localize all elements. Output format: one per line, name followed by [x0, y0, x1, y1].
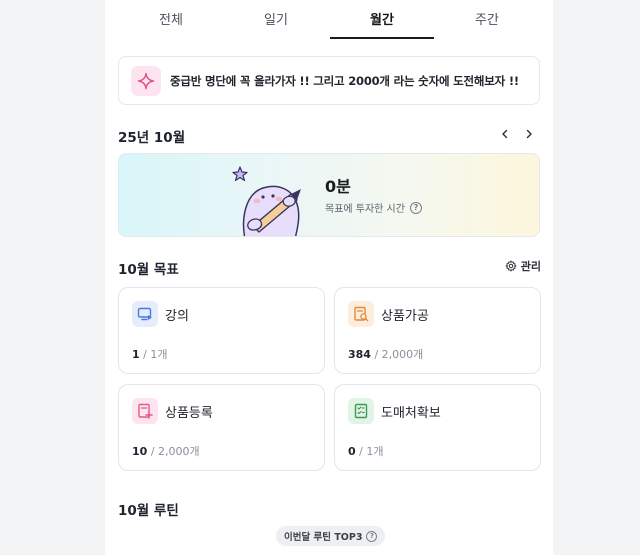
goal-current: 10	[132, 445, 148, 458]
add-doc-icon	[132, 398, 158, 424]
tab-diary[interactable]: 일기	[224, 0, 328, 40]
sparkle-icon	[131, 65, 161, 96]
goal-progress: 10 / 2,000개	[132, 443, 200, 459]
goal-card-lecture[interactable]: 강의 1 / 1개	[118, 287, 325, 374]
goal-progress: 0 / 1개	[348, 443, 383, 459]
goal-target: / 1개	[359, 445, 384, 458]
monitor-play-icon	[132, 301, 158, 327]
goal-name: 도매처확보	[381, 406, 441, 421]
tab-all[interactable]: 전체	[119, 0, 223, 40]
chevron-left-icon[interactable]	[496, 125, 514, 143]
chevron-right-icon[interactable]	[520, 125, 538, 143]
goal-name: 상품등록	[165, 406, 213, 421]
total-time-caption: 목표에 투자한 시간 ?	[325, 200, 422, 215]
manage-label: 관리	[520, 260, 541, 273]
goal-card-processing[interactable]: 상품가공 384 / 2,000개	[334, 287, 541, 374]
gear-icon	[505, 260, 517, 272]
tab-monthly[interactable]: 월간	[330, 0, 434, 40]
monthly-panel: 전체 일기 월간 주간 중급반 명단에 꼭 올라가자 !! 그리고 2000개 …	[105, 0, 553, 555]
top-routine-label: 이번달 루틴 TOP3	[284, 532, 363, 543]
goal-progress: 1 / 1개	[132, 346, 167, 362]
tab-weekly[interactable]: 주간	[435, 0, 539, 40]
total-time-label: 목표에 투자한 시간	[325, 204, 405, 215]
goal-current: 0	[348, 445, 356, 458]
total-time-value: 0분	[325, 177, 351, 196]
goal-name: 강의	[165, 309, 189, 324]
goal-target: / 2,000개	[374, 348, 424, 361]
goal-current: 1	[132, 348, 140, 361]
top-routine-pill[interactable]: 이번달 루틴 TOP3 ?	[276, 526, 386, 546]
time-summary-card: 0분 목표에 투자한 시간 ?	[118, 153, 540, 237]
routine-title: 10월 루틴	[118, 503, 179, 519]
goal-banner: 중급반 명단에 꼭 올라가자 !! 그리고 2000개 라는 숫자에 도전해보자…	[118, 56, 540, 105]
goal-card-supplier[interactable]: 도매처확보 0 / 1개	[334, 384, 541, 471]
mascot-illustration	[231, 164, 311, 236]
goal-progress: 384 / 2,000개	[348, 346, 423, 362]
manage-button[interactable]: 관리	[505, 258, 541, 274]
goal-card-registration[interactable]: 상품등록 10 / 2,000개	[118, 384, 325, 471]
month-title: 25년 10월	[118, 130, 186, 146]
goal-target: / 2,000개	[150, 445, 200, 458]
goal-current: 384	[348, 348, 371, 361]
magnify-doc-icon	[348, 301, 374, 327]
checklist-icon	[348, 398, 374, 424]
help-icon[interactable]: ?	[409, 201, 422, 214]
goal-name: 상품가공	[381, 309, 429, 324]
goals-title: 10월 목표	[118, 262, 179, 278]
goal-target: / 1개	[143, 348, 168, 361]
banner-text: 중급반 명단에 꼭 올라가자 !! 그리고 2000개 라는 숫자에 도전해보자…	[170, 73, 519, 88]
tab-bar: 전체 일기 월간 주간	[105, 0, 553, 40]
help-icon[interactable]: ?	[366, 530, 378, 542]
